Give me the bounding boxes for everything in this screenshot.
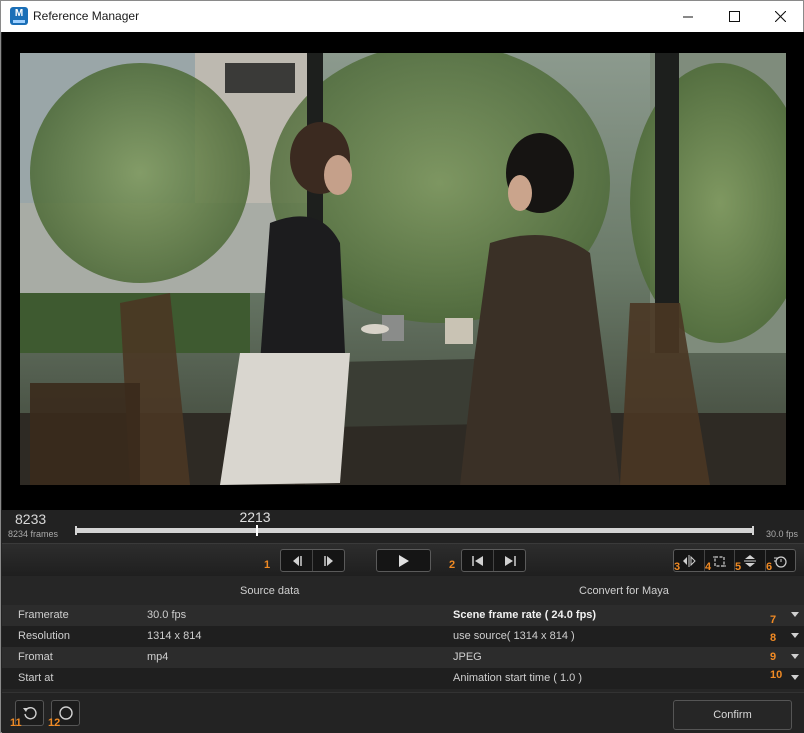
- row-label: Start at: [18, 672, 54, 684]
- row-framerate: Framerate 30.0 fps Scene frame rate ( 24…: [2, 605, 804, 626]
- reference-manager-window: M Reference Manager 8233 8234 frames 221…: [0, 0, 804, 733]
- play-button-group: [376, 549, 431, 572]
- playback-toolbar: 1 2 3 4 5 6: [2, 543, 804, 576]
- step-forward-button[interactable]: [313, 550, 344, 571]
- cafe-scene-image: [20, 53, 786, 485]
- play-button[interactable]: [377, 550, 430, 571]
- chevron-down-icon[interactable]: [791, 654, 799, 659]
- crop-icon: [713, 555, 727, 567]
- step-back-button[interactable]: [281, 550, 313, 571]
- row-label: Fromat: [18, 651, 53, 663]
- video-preview-area: [2, 32, 804, 510]
- start-at-dropdown[interactable]: Animation start time ( 1.0 ): [453, 672, 582, 684]
- reset-icon: [22, 707, 37, 720]
- annotation-number-10: 10: [770, 669, 783, 681]
- annotation-number-4: 4: [705, 561, 712, 573]
- row-format: Fromat mp4 JPEG: [2, 647, 804, 668]
- chevron-down-icon[interactable]: [791, 612, 799, 617]
- frame-total-readout: 8233: [15, 511, 47, 527]
- jump-button-group: [461, 549, 526, 572]
- step-back-icon: [292, 555, 302, 566]
- row-label: Framerate: [18, 609, 69, 621]
- step-button-group: [280, 549, 345, 572]
- chevron-down-icon[interactable]: [791, 675, 799, 680]
- maya-app-icon: M: [10, 7, 28, 25]
- framerate-dropdown[interactable]: Scene frame rate ( 24.0 fps): [453, 609, 596, 621]
- play-icon: [398, 554, 409, 567]
- video-frame[interactable]: [20, 53, 786, 485]
- confirm-button[interactable]: Confirm: [673, 700, 792, 730]
- minimize-button[interactable]: [665, 1, 711, 32]
- maximize-icon: [728, 11, 740, 22]
- title-bar: M Reference Manager: [1, 1, 803, 32]
- annotation-number-1: 1: [264, 559, 271, 571]
- row-start-at: Start at Animation start time ( 1.0 ): [2, 668, 804, 689]
- timeline-track[interactable]: [75, 528, 754, 533]
- jump-to-start-button[interactable]: [462, 550, 494, 571]
- step-forward-icon: [323, 555, 333, 566]
- fps-label: 30.0 fps: [766, 529, 799, 539]
- row-label: Resolution: [18, 630, 70, 642]
- row-source-value: mp4: [147, 651, 169, 663]
- annotation-number-5: 5: [735, 561, 742, 573]
- footer-bar: 11 12 Confirm: [2, 692, 804, 733]
- row-resolution: Resolution 1314 x 814 use source( 1314 x…: [2, 626, 804, 647]
- annotation-number-8: 8: [770, 632, 777, 644]
- close-button[interactable]: [757, 1, 803, 32]
- chevron-down-icon[interactable]: [791, 633, 799, 638]
- format-dropdown[interactable]: JPEG: [453, 651, 482, 663]
- annotation-number-2: 2: [449, 559, 456, 571]
- annotation-number-11: 11: [10, 717, 22, 729]
- timeline-end-tick: [752, 526, 754, 535]
- annotation-number-9: 9: [770, 651, 777, 663]
- conversion-panel: Source data Cconvert for Maya Framerate …: [2, 576, 804, 692]
- row-source-value: 30.0 fps: [147, 609, 187, 621]
- timeline-playhead[interactable]: [256, 525, 259, 536]
- current-frame-readout: 2213: [239, 509, 271, 525]
- flip-horizontal-icon: [682, 554, 696, 567]
- resolution-dropdown[interactable]: use source( 1314 x 814 ): [453, 630, 575, 642]
- window-title: Reference Manager: [33, 9, 140, 23]
- annotation-number-12: 12: [48, 717, 61, 729]
- annotation-number-7: 7: [770, 614, 777, 626]
- jump-end-icon: [504, 555, 516, 566]
- expand-vertical-icon: [743, 554, 756, 567]
- minimize-icon: [683, 16, 693, 17]
- annotation-number-3: 3: [674, 561, 681, 573]
- frame-count-label: 8234 frames: [8, 529, 59, 539]
- jump-to-end-button[interactable]: [494, 550, 525, 571]
- source-data-header: Source data: [240, 585, 300, 597]
- annotation-number-6: 6: [766, 561, 773, 573]
- timeline-start-tick: [75, 526, 77, 535]
- timer-reset-icon: [774, 555, 787, 568]
- timeline-scrubber: 8233 8234 frames 2213 30.0 fps: [2, 509, 804, 543]
- convert-header: Cconvert for Maya: [579, 585, 669, 597]
- maximize-button[interactable]: [711, 1, 757, 32]
- row-source-value: 1314 x 814: [147, 630, 202, 642]
- close-icon: [774, 11, 786, 22]
- jump-start-icon: [471, 555, 483, 566]
